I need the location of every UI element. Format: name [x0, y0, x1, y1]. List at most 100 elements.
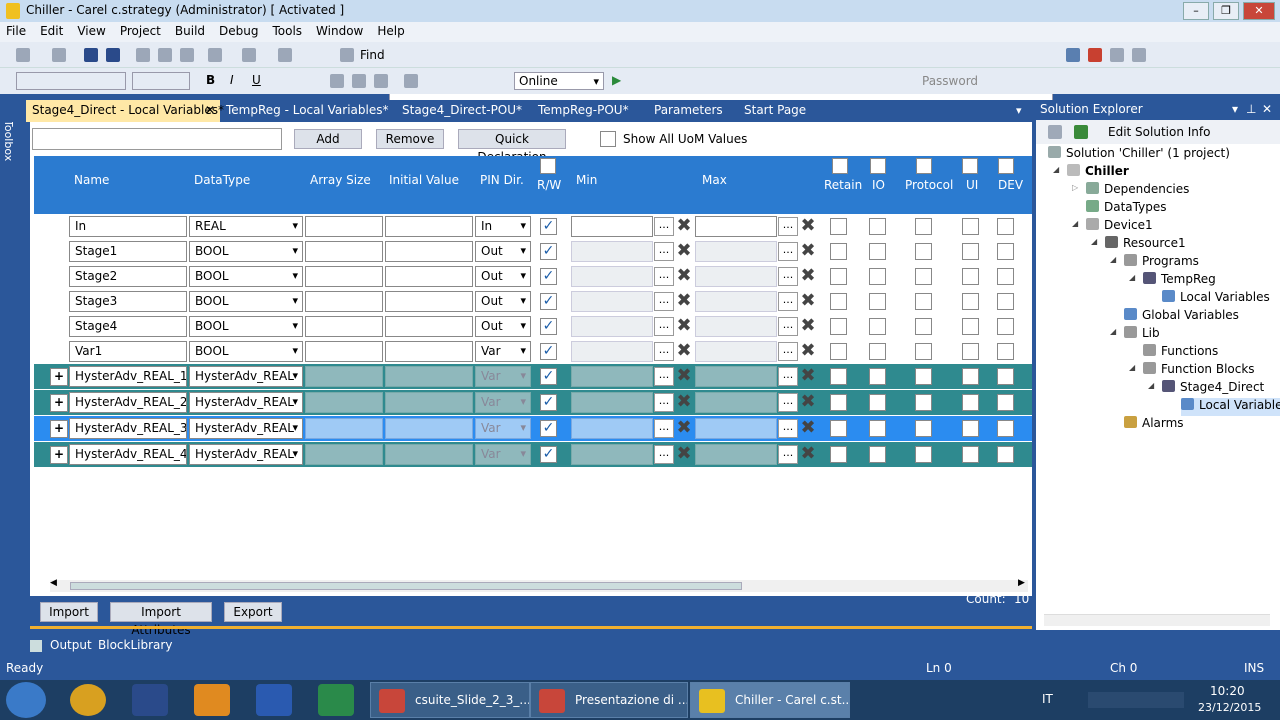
max-browse-button[interactable]: ...: [778, 317, 798, 336]
c-strategy-icon[interactable]: [132, 684, 168, 716]
name-cell[interactable]: HysterAdv_REAL_1: [69, 366, 187, 387]
menu-edit[interactable]: Edit: [34, 22, 71, 38]
find-icon[interactable]: [340, 48, 354, 62]
tree-node[interactable]: Global Variables: [1124, 308, 1239, 326]
min-browse-button[interactable]: ...: [654, 342, 674, 361]
io-checkbox[interactable]: [869, 243, 886, 260]
min-cell[interactable]: [571, 316, 653, 337]
save-all-icon[interactable]: [106, 48, 120, 62]
ui-checkbox[interactable]: [962, 394, 979, 411]
expand-arrow-icon[interactable]: ◢: [1129, 273, 1135, 282]
datatype-cell[interactable]: HysterAdv_REAL: [189, 366, 303, 387]
bold-icon[interactable]: B: [206, 73, 215, 87]
datatype-cell[interactable]: BOOL: [189, 341, 303, 362]
tree-node[interactable]: ◢ TempReg: [1129, 272, 1216, 290]
min-browse-button[interactable]: ...: [654, 292, 674, 311]
name-cell[interactable]: Stage4: [69, 316, 187, 337]
import-button[interactable]: Import: [40, 602, 98, 622]
max-browse-button[interactable]: ...: [778, 342, 798, 361]
protocol-checkbox[interactable]: [915, 218, 932, 235]
menu-view[interactable]: View: [71, 22, 113, 38]
retain-checkbox[interactable]: [830, 394, 847, 411]
name-cell[interactable]: HysterAdv_REAL_2: [69, 392, 187, 413]
rw-checkbox[interactable]: ✓: [540, 218, 557, 235]
table-row[interactable]: Stage2BOOLOut✓...✖...✖: [34, 264, 1032, 289]
initial-value-cell[interactable]: [385, 392, 473, 413]
max-clear-icon[interactable]: ✖: [799, 217, 817, 235]
size-combo[interactable]: [132, 72, 190, 90]
max-cell[interactable]: [695, 392, 777, 413]
retain-checkbox[interactable]: [830, 243, 847, 260]
tab-stage4-pou[interactable]: Stage4_Direct-POU*: [396, 100, 528, 122]
protocol-checkbox[interactable]: [915, 394, 932, 411]
array-size-cell[interactable]: [305, 216, 383, 237]
italic-icon[interactable]: I: [230, 73, 234, 87]
dev-checkbox[interactable]: [997, 343, 1014, 360]
name-cell[interactable]: In: [69, 216, 187, 237]
tree-node[interactable]: Functions: [1143, 344, 1218, 362]
navigate-icon[interactable]: [278, 48, 292, 62]
table-row[interactable]: Stage4BOOLOut✓...✖...✖: [34, 314, 1032, 339]
col-array-size[interactable]: Array Size: [310, 173, 371, 187]
expand-icon[interactable]: +: [50, 394, 68, 412]
rw-checkbox[interactable]: ✓: [540, 243, 557, 260]
max-clear-icon[interactable]: ✖: [799, 367, 817, 385]
toolbar-action-icon[interactable]: [1066, 48, 1080, 62]
name-cell[interactable]: Var1: [69, 341, 187, 362]
menu-window[interactable]: Window: [310, 22, 371, 38]
max-browse-button[interactable]: ...: [778, 242, 798, 261]
menu-file[interactable]: File: [0, 22, 34, 38]
add-button[interactable]: Add: [294, 129, 362, 149]
initial-value-cell[interactable]: [385, 216, 473, 237]
tree-node[interactable]: ◢ Chiller: [1053, 164, 1129, 182]
min-clear-icon[interactable]: ✖: [675, 419, 693, 437]
dev-checkbox[interactable]: [997, 394, 1014, 411]
run-icon[interactable]: ▶: [612, 73, 621, 87]
array-size-cell[interactable]: [305, 366, 383, 387]
horizontal-scrollbar[interactable]: ◀ ▶: [50, 578, 1028, 592]
ui-checkbox[interactable]: [962, 420, 979, 437]
retain-checkbox[interactable]: [830, 420, 847, 437]
tree-node[interactable]: ▷ Dependencies: [1072, 182, 1189, 200]
dev-checkbox[interactable]: [997, 446, 1014, 463]
menu-project[interactable]: Project: [114, 22, 169, 38]
col-name[interactable]: Name: [74, 173, 109, 187]
col-min[interactable]: Min: [576, 173, 597, 187]
pin-dir-cell[interactable]: Var: [475, 418, 531, 439]
rw-checkbox[interactable]: ✓: [540, 368, 557, 385]
rw-header-checkbox[interactable]: [540, 158, 556, 174]
tree-node[interactable]: DataTypes: [1086, 200, 1166, 218]
tab-blocklibrary[interactable]: BlockLibrary: [98, 638, 172, 652]
min-clear-icon[interactable]: ✖: [675, 342, 693, 360]
redo-icon[interactable]: [242, 48, 256, 62]
max-clear-icon[interactable]: ✖: [799, 393, 817, 411]
retain-checkbox[interactable]: [830, 268, 847, 285]
min-cell[interactable]: [571, 341, 653, 362]
max-clear-icon[interactable]: ✖: [799, 419, 817, 437]
min-browse-button[interactable]: ...: [654, 317, 674, 336]
initial-value-cell[interactable]: [385, 366, 473, 387]
ui-checkbox[interactable]: [962, 293, 979, 310]
tree-node[interactable]: ◢ Device1: [1072, 218, 1153, 236]
max-browse-button[interactable]: ...: [778, 292, 798, 311]
pin-dir-cell[interactable]: Out: [475, 241, 531, 262]
retain-checkbox[interactable]: [830, 318, 847, 335]
rw-checkbox[interactable]: ✓: [540, 420, 557, 437]
initial-value-cell[interactable]: [385, 341, 473, 362]
new-file-icon[interactable]: [16, 48, 30, 62]
max-browse-button[interactable]: ...: [778, 419, 798, 438]
align-right-icon[interactable]: [374, 74, 388, 88]
properties-icon[interactable]: [1048, 125, 1062, 139]
min-browse-button[interactable]: ...: [654, 217, 674, 236]
min-clear-icon[interactable]: ✖: [675, 292, 693, 310]
min-browse-button[interactable]: ...: [654, 367, 674, 386]
expand-arrow-icon[interactable]: ◢: [1148, 381, 1154, 390]
edit-solution-info-button[interactable]: Edit Solution Info: [1108, 125, 1210, 139]
tree-node[interactable]: ◢ Function Blocks: [1129, 362, 1255, 380]
ui-checkbox[interactable]: [962, 243, 979, 260]
min-cell[interactable]: [571, 418, 653, 439]
io-checkbox[interactable]: [869, 293, 886, 310]
col-pin-dir[interactable]: PIN Dir.: [480, 173, 524, 187]
max-clear-icon[interactable]: ✖: [799, 342, 817, 360]
initial-value-cell[interactable]: [385, 291, 473, 312]
